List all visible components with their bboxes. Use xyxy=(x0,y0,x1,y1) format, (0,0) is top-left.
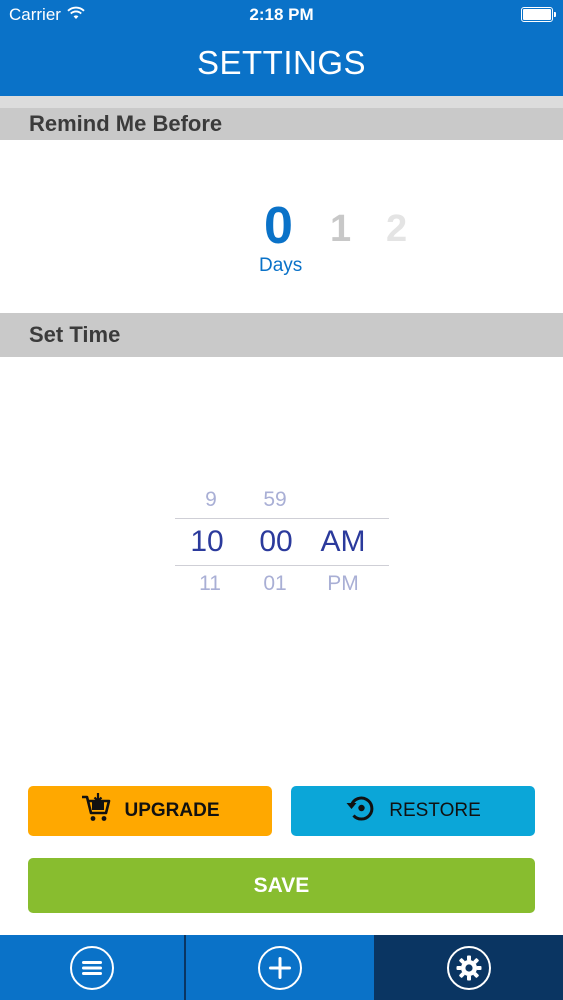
tab-bar xyxy=(0,935,563,1000)
battery-icon xyxy=(521,7,556,22)
minute-next[interactable]: 01 xyxy=(257,572,293,596)
picker-selection-bottom-line xyxy=(175,565,389,566)
settings-screen: Carrier 2:18 PM SETTINGS Remind Me Befor… xyxy=(0,0,563,1000)
picker-selection-top-line xyxy=(175,518,389,519)
upgrade-button[interactable]: UPGRADE xyxy=(28,786,272,836)
minute-prev[interactable]: 59 xyxy=(257,488,293,512)
add-icon xyxy=(258,945,302,990)
time-section-header: Set Time xyxy=(0,313,563,357)
time-picker[interactable]: 9 10 11 59 00 01 AM PM xyxy=(175,480,389,595)
tab-add[interactable] xyxy=(186,935,374,1000)
save-button[interactable]: SAVE xyxy=(28,858,535,913)
days-picker[interactable]: 0 1 2 Days xyxy=(0,140,563,313)
settings-gear-icon xyxy=(446,945,491,990)
cart-icon xyxy=(80,793,112,829)
period-selected[interactable]: AM xyxy=(318,525,368,559)
hour-selected[interactable]: 10 xyxy=(187,525,227,559)
minute-selected[interactable]: 00 xyxy=(254,525,298,559)
status-time: 2:18 PM xyxy=(249,5,314,24)
page-title: SETTINGS xyxy=(196,44,367,81)
remind-section-title: Remind Me Before xyxy=(29,111,223,136)
restore-icon xyxy=(345,792,377,830)
hour-prev[interactable]: 9 xyxy=(203,488,219,512)
tab-settings[interactable] xyxy=(374,935,563,1000)
menu-icon xyxy=(70,945,114,990)
hour-next[interactable]: 11 xyxy=(195,572,225,596)
days-option[interactable]: 1 xyxy=(330,208,351,251)
status-bar: Carrier 2:18 PM xyxy=(0,0,563,30)
time-section-title: Set Time xyxy=(29,322,121,347)
restore-label: RESTORE xyxy=(389,800,481,821)
tab-menu[interactable] xyxy=(0,935,186,1000)
save-label: SAVE xyxy=(253,873,310,897)
days-option-selected[interactable]: 0 xyxy=(264,196,293,256)
period-next[interactable]: PM xyxy=(318,572,368,596)
nav-bar: SETTINGS xyxy=(0,30,563,96)
remind-section-header: Remind Me Before xyxy=(0,96,563,140)
days-option[interactable]: 2 xyxy=(386,208,407,251)
days-unit-label: Days xyxy=(259,255,303,276)
upgrade-label: UPGRADE xyxy=(124,800,220,821)
restore-button[interactable]: RESTORE xyxy=(291,786,535,836)
